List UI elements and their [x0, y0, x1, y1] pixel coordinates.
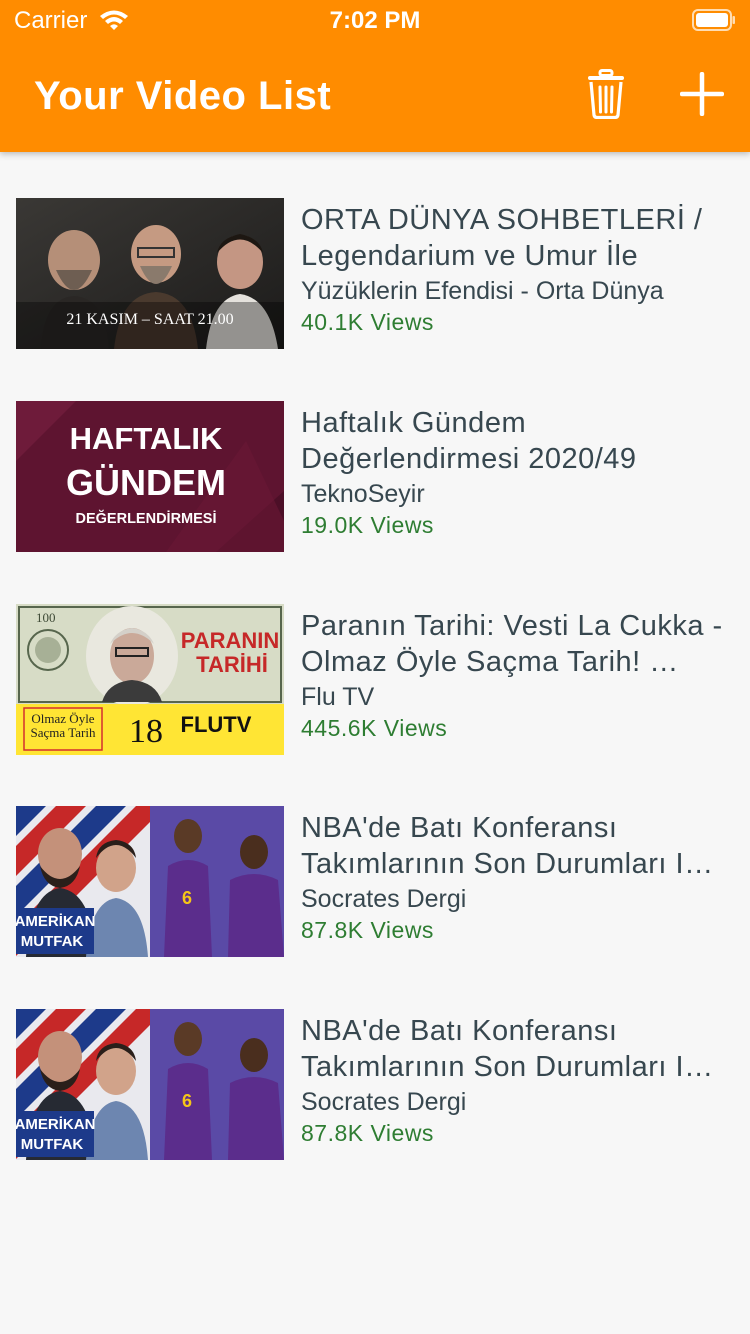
video-info: NBA'de Batı Konferansı Takımlarının Son … [301, 810, 741, 945]
battery-icon [692, 9, 736, 31]
thumbnail-line-1: AMERİKAN [16, 1116, 95, 1133]
trash-icon [586, 68, 626, 124]
video-info: Paranın Tarihi: Vesti La Cukka - Olmaz Ö… [301, 608, 741, 743]
video-channel: Socrates Dergi [301, 1088, 467, 1116]
video-views: 19.0K Views [301, 512, 434, 538]
video-list-item[interactable]: 6 AMERİKAN MUTFAK NBA'de Batı Konferansı… [0, 1009, 750, 1161]
add-video-button[interactable] [674, 68, 730, 124]
video-title: Haftalık Gündem Değerlendirmesi 2020/49 [301, 407, 637, 475]
svg-text:6: 6 [182, 1091, 192, 1111]
video-list-item[interactable]: HAFTALIK GÜNDEM DEĞERLENDİRMESİ Haftalık… [0, 401, 750, 553]
video-title: ORTA DÜNYA SOHBETLERİ / Legendarium ve U… [301, 204, 703, 272]
video-title: Paranın Tarihi: Vesti La Cukka - Olmaz Ö… [301, 610, 723, 678]
video-channel: Socrates Dergi [301, 885, 467, 913]
thumbnail-line-2: TARİHİ [196, 652, 268, 677]
video-title: NBA'de Batı Konferansı Takımlarının Son … [301, 1015, 714, 1083]
video-list-item[interactable]: 6 AMERİKAN MUTFAK NBA'de Batı Konferansı… [0, 806, 750, 958]
status-bar: Carrier 7:02 PM [0, 0, 750, 40]
svg-text:100: 100 [36, 610, 56, 625]
video-list-item[interactable]: 21 KASIM – SAAT 21.00 ORTA DÜNYA SOHBETL… [0, 198, 750, 350]
video-info: ORTA DÜNYA SOHBETLERİ / Legendarium ve U… [301, 202, 741, 337]
app-screen: Carrier 7:02 PM Your Video List 21 KASIM… [0, 0, 750, 1334]
thumbnail-line-1: AMERİKAN [16, 913, 95, 930]
thumbnail-line-2: GÜNDEM [66, 462, 226, 503]
thumbnail-line-3: DEĞERLENDİRMESİ [76, 509, 217, 527]
plus-icon [679, 71, 725, 121]
thumbnail-line-4: Saçma Tarih [31, 725, 96, 740]
video-thumbnail: HAFTALIK GÜNDEM DEĞERLENDİRMESİ [16, 401, 284, 552]
thumbnail-line-2: MUTFAK [21, 933, 84, 950]
video-info: NBA'de Batı Konferansı Takımlarının Son … [301, 1013, 741, 1148]
thumbnail-line-1: PARANIN [181, 628, 280, 653]
video-thumbnail: 6 AMERİKAN MUTFAK [16, 806, 284, 957]
video-views: 40.1K Views [301, 309, 434, 335]
video-title: NBA'de Batı Konferansı Takımlarının Son … [301, 812, 714, 880]
video-thumbnail: 6 AMERİKAN MUTFAK [16, 1009, 284, 1160]
svg-text:6: 6 [182, 888, 192, 908]
video-channel: Yüzüklerin Efendisi - Orta Dünya [301, 277, 664, 305]
video-thumbnail: 100 PARANIN TARİHİ Olmaz Öyle Saçma Tari… [16, 604, 284, 755]
thumbnail-line-5: 18 [129, 713, 163, 750]
thumbnail-line-2: MUTFAK [21, 1136, 84, 1153]
page-title: Your Video List [34, 74, 332, 118]
thumbnail-line-3: Olmaz Öyle [31, 711, 94, 726]
video-views: 87.8K Views [301, 917, 434, 943]
video-thumbnail: 21 KASIM – SAAT 21.00 [16, 198, 284, 349]
video-views: 87.8K Views [301, 1120, 434, 1146]
thumbnail-caption: 21 KASIM – SAAT 21.00 [66, 311, 233, 328]
video-list-item[interactable]: 100 PARANIN TARİHİ Olmaz Öyle Saçma Tari… [0, 604, 750, 756]
video-info: Haftalık Gündem Değerlendirmesi 2020/49 … [301, 405, 741, 540]
video-channel: Flu TV [301, 683, 375, 711]
delete-button[interactable] [578, 68, 634, 124]
video-channel: TeknoSeyir [301, 480, 425, 508]
app-bar: Your Video List [0, 40, 750, 152]
clock: 7:02 PM [329, 7, 421, 34]
header: Carrier 7:02 PM Your Video List [0, 0, 750, 152]
thumbnail-line-6: FLUTV [181, 712, 252, 737]
thumbnail-line-1: HAFTALIK [70, 421, 223, 456]
video-views: 445.6K Views [301, 715, 448, 741]
